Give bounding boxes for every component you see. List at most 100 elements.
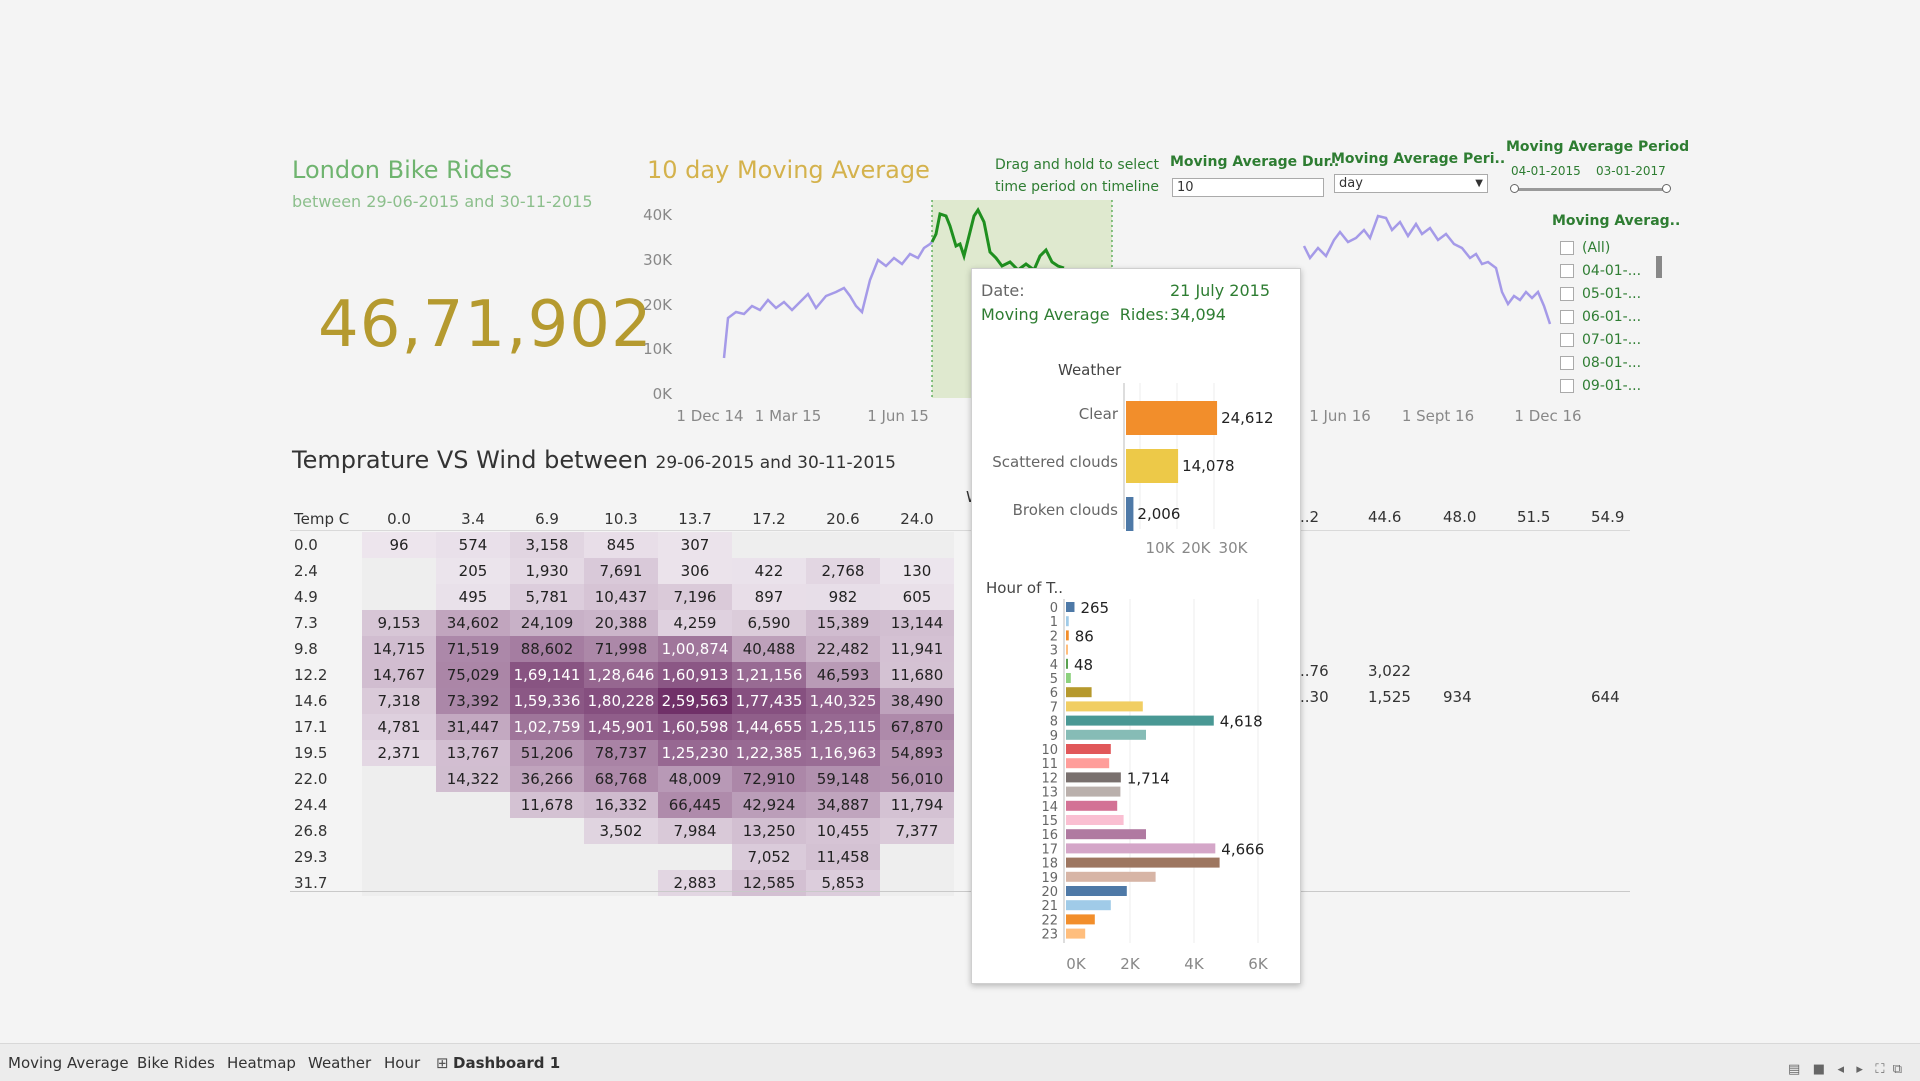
heatmap-cell[interactable] [362,818,436,844]
heatmap-cell[interactable]: ..76 [1300,662,1329,680]
hour-bar[interactable] [1066,729,1146,740]
fullscreen-icon[interactable]: ⧉ [1893,1062,1902,1077]
heatmap-cell[interactable]: 11,458 [806,844,880,870]
hour-bar[interactable] [1066,786,1121,797]
heatmap-cell[interactable]: 1,22,385 [732,740,806,766]
heatmap-cell[interactable]: 48,009 [658,766,732,792]
heatmap-cell[interactable]: 1,60,913 [658,662,732,688]
heatmap-cell[interactable]: 2,768 [806,558,880,584]
heatmap-cell[interactable]: 15,389 [806,610,880,636]
heatmap-cell[interactable]: 54,893 [880,740,954,766]
period-select[interactable]: day ▼ [1334,174,1488,193]
heatmap-cell[interactable]: 34,602 [436,610,510,636]
heatmap-cell[interactable]: 1,40,325 [806,688,880,714]
heatmap-cell[interactable]: 56,010 [880,766,954,792]
heatmap-cell[interactable]: 9,153 [362,610,436,636]
range-slider-end-handle[interactable] [1662,184,1671,193]
heatmap-cell[interactable]: 31,447 [436,714,510,740]
hour-bar[interactable] [1066,687,1092,698]
heatmap-cell[interactable]: 1,60,598 [658,714,732,740]
heatmap-cell[interactable]: 7,196 [658,584,732,610]
hour-bar[interactable] [1066,644,1068,655]
heatmap-cell[interactable]: 574 [436,532,510,558]
prev-icon[interactable]: ◂ [1837,1062,1844,1077]
tab-bike-rides[interactable]: Bike Rides [137,1054,215,1072]
hour-bar[interactable] [1066,758,1110,769]
range-slider-track[interactable] [1513,188,1667,191]
heatmap-cell[interactable]: 12,585 [732,870,806,896]
heatmap-cell[interactable]: 11,794 [880,792,954,818]
hour-bar[interactable] [1066,616,1069,627]
heatmap-cell[interactable]: 75,029 [436,662,510,688]
heatmap-cell[interactable]: 51,206 [510,740,584,766]
heatmap-cell[interactable]: 2,59,563 [658,688,732,714]
weather-bar[interactable] [1126,497,1134,531]
tab-hour[interactable]: Hour [384,1054,420,1072]
heatmap-cell[interactable]: 13,767 [436,740,510,766]
heatmap-cell[interactable]: 982 [806,584,880,610]
heatmap-cell[interactable]: 11,941 [880,636,954,662]
heatmap-cell[interactable]: 36,266 [510,766,584,792]
heatmap-cell[interactable]: 1,930 [510,558,584,584]
tab-dashboard-1[interactable]: Dashboard 1 [453,1054,560,1072]
heatmap-cell[interactable]: 4,781 [362,714,436,740]
range-slider-start-handle[interactable] [1510,184,1519,193]
heatmap-cell[interactable]: 845 [584,532,658,558]
heatmap-cell[interactable]: 205 [436,558,510,584]
heatmap-cell[interactable]: ..30 [1300,688,1329,706]
heatmap-cell[interactable] [584,870,658,896]
heatmap-cell[interactable]: 88,602 [510,636,584,662]
heatmap-cell[interactable]: 7,984 [658,818,732,844]
hour-bar[interactable] [1066,701,1143,712]
heatmap-cell[interactable]: 2,883 [658,870,732,896]
heatmap-cell[interactable]: 42,924 [732,792,806,818]
heatmap-cell[interactable] [362,558,436,584]
heatmap-cell[interactable]: 7,691 [584,558,658,584]
heatmap-cell[interactable]: 14,322 [436,766,510,792]
heatmap-cell[interactable]: 2,371 [362,740,436,766]
hour-bar[interactable] [1066,843,1216,854]
heatmap-cell[interactable]: 7,318 [362,688,436,714]
heatmap-cell[interactable]: 307 [658,532,732,558]
hour-bar[interactable] [1066,829,1146,840]
tab-weather[interactable]: Weather [308,1054,371,1072]
heatmap-cell[interactable]: 22,482 [806,636,880,662]
heatmap-cell[interactable]: 1,77,435 [732,688,806,714]
tab-moving-average[interactable]: Moving Average [8,1054,129,1072]
heatmap-cell[interactable]: 5,781 [510,584,584,610]
heatmap-cell[interactable]: 1,25,115 [806,714,880,740]
heatmap-cell[interactable]: 11,680 [880,662,954,688]
heatmap-cell[interactable] [362,870,436,896]
tab-heatmap[interactable]: Heatmap [227,1054,296,1072]
heatmap-cell[interactable]: 1,45,901 [584,714,658,740]
heatmap-cell[interactable]: 897 [732,584,806,610]
heatmap-cell[interactable]: 10,437 [584,584,658,610]
heatmap-cell[interactable] [436,870,510,896]
heatmap-cell[interactable] [584,844,658,870]
heatmap-cell[interactable]: 68,768 [584,766,658,792]
hour-bar[interactable] [1066,744,1111,754]
hour-bar[interactable] [1066,800,1118,811]
heatmap-cell[interactable]: 1,00,874 [658,636,732,662]
heatmap-cell[interactable]: 11,678 [510,792,584,818]
heatmap-cell[interactable]: 306 [658,558,732,584]
heatmap-cell[interactable]: 1,21,156 [732,662,806,688]
heatmap-cell[interactable] [880,532,954,558]
heatmap-cell[interactable]: 14,767 [362,662,436,688]
heatmap-cell[interactable]: 3,158 [510,532,584,558]
heatmap-cell[interactable] [806,532,880,558]
hour-bar[interactable] [1066,914,1095,925]
heatmap-cell[interactable]: 4,259 [658,610,732,636]
heatmap-cell[interactable]: 10,455 [806,818,880,844]
heatmap-cell[interactable]: 66,445 [658,792,732,818]
heatmap-cell[interactable]: 71,998 [584,636,658,662]
heatmap-cell[interactable]: 3,502 [584,818,658,844]
heatmap-cell[interactable]: 96 [362,532,436,558]
heatmap-cell[interactable]: 71,519 [436,636,510,662]
heatmap-cell[interactable]: 1,28,646 [584,662,658,688]
sheet-sort-icon[interactable]: ▤ [1788,1062,1800,1077]
heatmap-cell[interactable]: 13,250 [732,818,806,844]
filmstrip-icon[interactable]: ■ [1813,1062,1825,1077]
duration-input[interactable]: 10 [1172,178,1324,197]
heatmap-cell[interactable]: 14,715 [362,636,436,662]
